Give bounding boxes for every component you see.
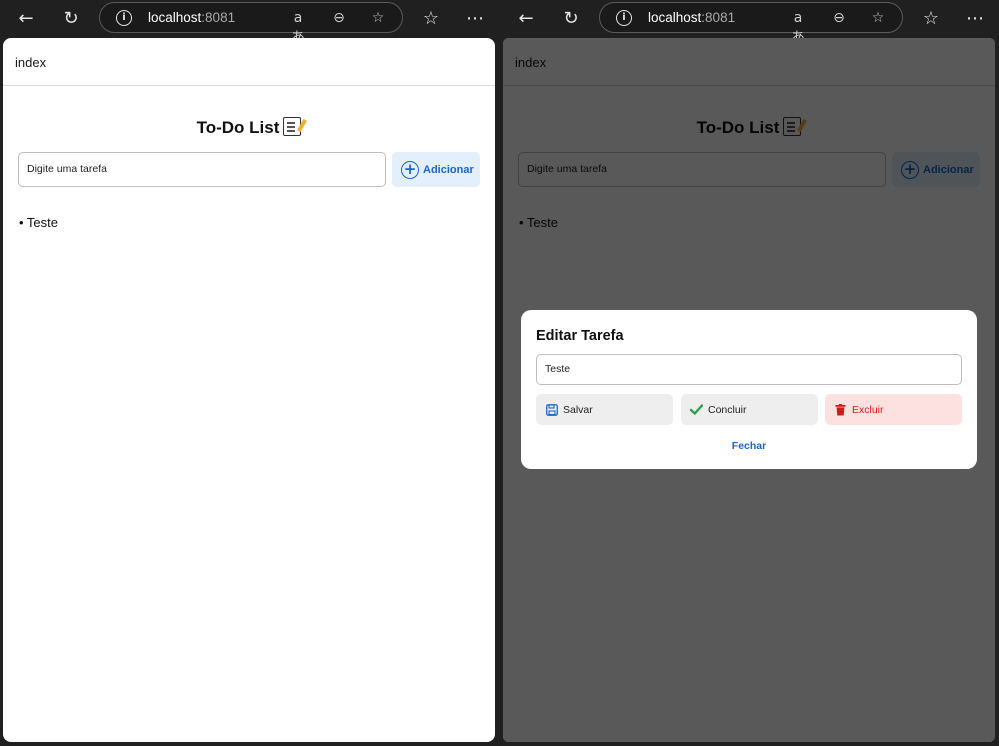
info-icon[interactable]: i (616, 10, 632, 26)
page-viewport: index To-Do List Digite uma tarefa + Adi… (503, 38, 995, 742)
edit-task-input[interactable]: Teste (536, 354, 962, 385)
app-title: To-Do List (3, 117, 495, 138)
page-header: index (3, 38, 495, 86)
more-icon[interactable]: ⋯ (961, 4, 989, 32)
browser-window-left: ← ↻ i localhost:8081 aあ ⊖ ☆ ☆ ⋯ index To… (0, 0, 500, 746)
favorite-star-icon[interactable]: ☆ (368, 8, 388, 28)
trash-icon (834, 403, 847, 416)
zoom-out-icon[interactable]: ⊖ (829, 8, 849, 28)
browser-toolbar: ← ↻ i localhost:8081 aあ ⊖ ☆ ☆ ⋯ (0, 0, 500, 46)
back-icon[interactable]: ← (512, 4, 540, 32)
task-item[interactable]: • Teste (19, 215, 58, 230)
favorite-star-icon[interactable]: ☆ (868, 8, 888, 28)
more-icon[interactable]: ⋯ (461, 4, 489, 32)
browser-toolbar: ← ↻ i localhost:8081 aあ ⊖ ☆ ☆ ⋯ (500, 0, 999, 46)
back-icon[interactable]: ← (12, 4, 40, 32)
task-input[interactable]: Digite uma tarefa (18, 152, 386, 187)
zoom-out-icon[interactable]: ⊖ (329, 8, 349, 28)
delete-button[interactable]: Excluir (825, 394, 962, 425)
page-viewport: index To-Do List Digite uma tarefa + Adi… (3, 38, 495, 742)
page-tab-title: index (15, 55, 47, 70)
check-icon (690, 403, 703, 416)
translate-icon[interactable]: aあ (788, 8, 808, 46)
complete-label: Concluir (708, 403, 747, 416)
address-url: localhost:8081 (648, 10, 736, 25)
browser-window-right: ← ↻ i localhost:8081 aあ ⊖ ☆ ☆ ⋯ index To… (500, 0, 999, 746)
address-bar[interactable]: i localhost:8081 aあ ⊖ ☆ (599, 2, 903, 46)
close-modal-link[interactable]: Fechar (521, 440, 977, 452)
info-icon[interactable]: i (116, 10, 132, 26)
refresh-icon[interactable]: ↻ (557, 4, 585, 32)
complete-button[interactable]: Concluir (681, 394, 818, 425)
plus-circle-icon: + (401, 160, 419, 179)
favorites-list-icon[interactable]: ☆ (917, 4, 945, 32)
address-url: localhost:8081 (148, 10, 236, 25)
refresh-icon[interactable]: ↻ (57, 4, 85, 32)
save-button[interactable]: Salvar (536, 394, 673, 425)
delete-label: Excluir (852, 403, 884, 416)
add-task-label: Adicionar (423, 163, 474, 176)
save-icon (545, 403, 558, 416)
add-task-button[interactable]: + Adicionar (392, 152, 480, 187)
address-bar[interactable]: i localhost:8081 aあ ⊖ ☆ (99, 2, 403, 46)
save-label: Salvar (563, 403, 593, 416)
modal-title: Editar Tarefa (536, 328, 624, 344)
favorites-list-icon[interactable]: ☆ (417, 4, 445, 32)
translate-icon[interactable]: aあ (288, 8, 308, 46)
edit-task-modal: Editar Tarefa Teste Salvar Concluir Excl… (521, 310, 977, 469)
memo-icon (283, 117, 302, 136)
